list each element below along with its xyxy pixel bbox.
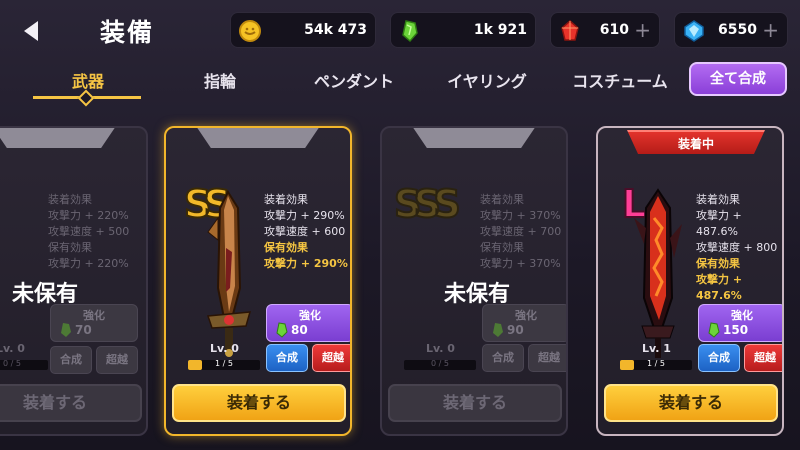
grade-badge: SSS [393,181,462,227]
transcend-button[interactable]: 超越 [528,344,566,372]
weapon-level: Lv. 0 [0,342,25,355]
tab-pendant[interactable]: ペンダント [306,68,402,92]
currency-red-crystal[interactable]: 610 + [550,12,660,48]
weapon-level: Lv. 1 [642,342,671,355]
equip-button[interactable]: 装着する [0,384,142,422]
add-blue-diamond-button[interactable]: + [762,18,779,42]
red-crystal-icon [557,19,583,43]
blue-diamond-icon [681,19,707,43]
tab-earring[interactable]: イヤリング [441,68,533,92]
weapon-stats: 装着効果 攻撃力 + 290% 攻撃速度 + 600 保有効果 攻撃力 + 29… [264,193,348,270]
level-progress-bar: 0 / 5 [0,359,48,370]
red-crystal-amount: 610 [599,22,629,38]
green-gem-icon [491,322,505,338]
weapon-card[interactable]: 装着効果 攻撃力 + 220% 攻撃速度 + 500 保有効果 攻撃力 + 22… [0,126,148,436]
green-gem-amount: 1k 921 [473,22,527,38]
level-progress-bar: 1 / 5 [188,359,260,370]
weapon-level: Lv. 0 [210,342,239,355]
enhance-button[interactable]: 強化 70 [50,304,138,342]
level-progress-bar: 0 / 5 [404,359,476,370]
level-progress-bar: 1 / 5 [620,359,692,370]
synthesize-button[interactable]: 合成 [482,344,524,372]
transcend-button[interactable]: 超越 [744,344,782,372]
currency-gold: 54k 473 [230,12,376,48]
currency-blue-diamond[interactable]: 6550 + [674,12,788,48]
weapon-card[interactable]: SSS 装着効果 攻撃力 + 370% 攻撃速度 + 700 保有効果 攻撃力 … [380,126,568,436]
weapon-card[interactable]: SS 装着効果 攻撃力 + 290% 攻撃速度 + 600 保有効果 攻撃力 +… [164,126,352,436]
enhance-button[interactable]: 強化 150 [698,304,782,342]
equip-button[interactable]: 装着する [604,384,778,422]
page-title: 装備 [100,18,155,47]
gold-amount: 54k 473 [304,22,367,38]
synthesize-button[interactable]: 合成 [698,344,740,372]
back-arrow-icon[interactable] [18,18,44,44]
transcend-button[interactable]: 超越 [96,346,138,374]
synthesize-button[interactable]: 合成 [266,344,308,372]
weapon-stats: 装着効果 攻撃力 + 487.6% 攻撃速度 + 800 保有効果 攻撃力 + … [696,193,778,302]
weapon-stats: 装着効果 攻撃力 + 220% 攻撃速度 + 500 保有効果 攻撃力 + 22… [48,193,130,270]
sword-icon [198,188,260,362]
green-gem-icon [397,19,423,43]
tab-weapon[interactable]: 武器 [68,68,108,92]
weapon-card[interactable]: L 装着効果 攻撃力 + 487.6% 攻撃速度 + 800 保有効果 攻撃力 … [596,126,784,436]
card-cap [412,128,536,148]
currency-green-gem: 1k 921 [390,12,536,48]
green-gem-icon [707,322,721,338]
tab-ring[interactable]: 指輪 [198,68,242,92]
equipped-banner: 装着中 [627,130,765,154]
equip-button[interactable]: 装着する [388,384,562,422]
card-cap [196,128,320,148]
card-cap [0,128,116,148]
flame-sword-icon [628,188,688,368]
weapon-stats: 装着効果 攻撃力 + 370% 攻撃速度 + 700 保有効果 攻撃力 + 37… [480,193,562,270]
synthesize-button[interactable]: 合成 [50,346,92,374]
synthesize-all-button[interactable]: 全て合成 [689,62,787,96]
enhance-button[interactable]: 強化 90 [482,304,566,342]
green-gem-icon [275,322,289,338]
weapon-level: Lv. 0 [426,342,455,355]
transcend-button[interactable]: 超越 [312,344,350,372]
equip-button[interactable]: 装着する [172,384,346,422]
add-red-crystal-button[interactable]: + [634,18,651,42]
top-bar: 装備 54k 473 1k 921 610 + 6550 + [0,0,800,62]
green-gem-icon [59,322,73,338]
blue-diamond-amount: 6550 [718,22,757,38]
gold-coin-icon [237,19,263,43]
enhance-button[interactable]: 強化 80 [266,304,350,342]
tab-costume[interactable]: コスチューム [566,68,674,92]
